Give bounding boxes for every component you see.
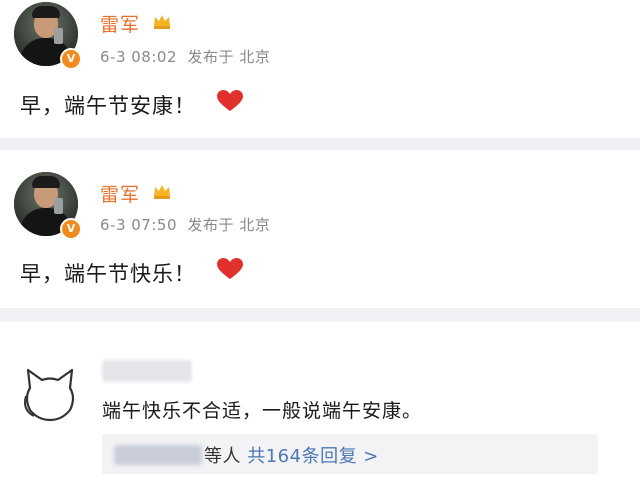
post-meta: 6-3 07:50 发布于 北京	[100, 214, 270, 235]
reply-count-link[interactable]: 共164条回复 >	[247, 446, 379, 467]
verified-badge-icon: V	[60, 48, 82, 70]
cat-outline-icon[interactable]	[22, 366, 78, 424]
reply-names-blurred	[114, 445, 202, 465]
timestamp: 6-3 07:50	[100, 216, 177, 234]
comment-card: 端午快乐不合适，一般说端午安康。 等人 共164条回复 >	[0, 322, 640, 480]
post-card: V 雷军 6-3 07:50 发布于 北京 早，端午节快乐！	[0, 150, 640, 308]
crown-icon	[154, 15, 170, 29]
separator	[0, 138, 640, 150]
separator	[0, 308, 640, 322]
reply-summary-text: 等人 共164条回复 >	[204, 442, 379, 468]
post-card: V 雷军 6-3 08:02 发布于 北京 早，端午节安康！	[0, 0, 640, 138]
location: 发布于 北京	[187, 48, 271, 66]
username[interactable]: 雷军	[100, 10, 140, 37]
crown-icon	[154, 185, 170, 199]
username[interactable]: 雷军	[100, 180, 140, 207]
reply-summary[interactable]: 等人 共164条回复 >	[102, 434, 598, 474]
commenter-name-blurred[interactable]	[102, 360, 192, 382]
heart-icon	[217, 90, 243, 111]
reply-others: 等人	[204, 446, 241, 467]
post-meta: 6-3 08:02 发布于 北京	[100, 46, 270, 67]
post-content: 早，端午节安康！	[20, 94, 196, 118]
heart-icon	[217, 258, 243, 279]
verified-badge-icon: V	[60, 218, 82, 240]
post-content: 早，端午节快乐！	[20, 262, 196, 286]
comment-text: 端午快乐不合适，一般说端午安康。	[102, 400, 423, 422]
timestamp: 6-3 08:02	[100, 48, 177, 66]
location: 发布于 北京	[187, 216, 271, 234]
